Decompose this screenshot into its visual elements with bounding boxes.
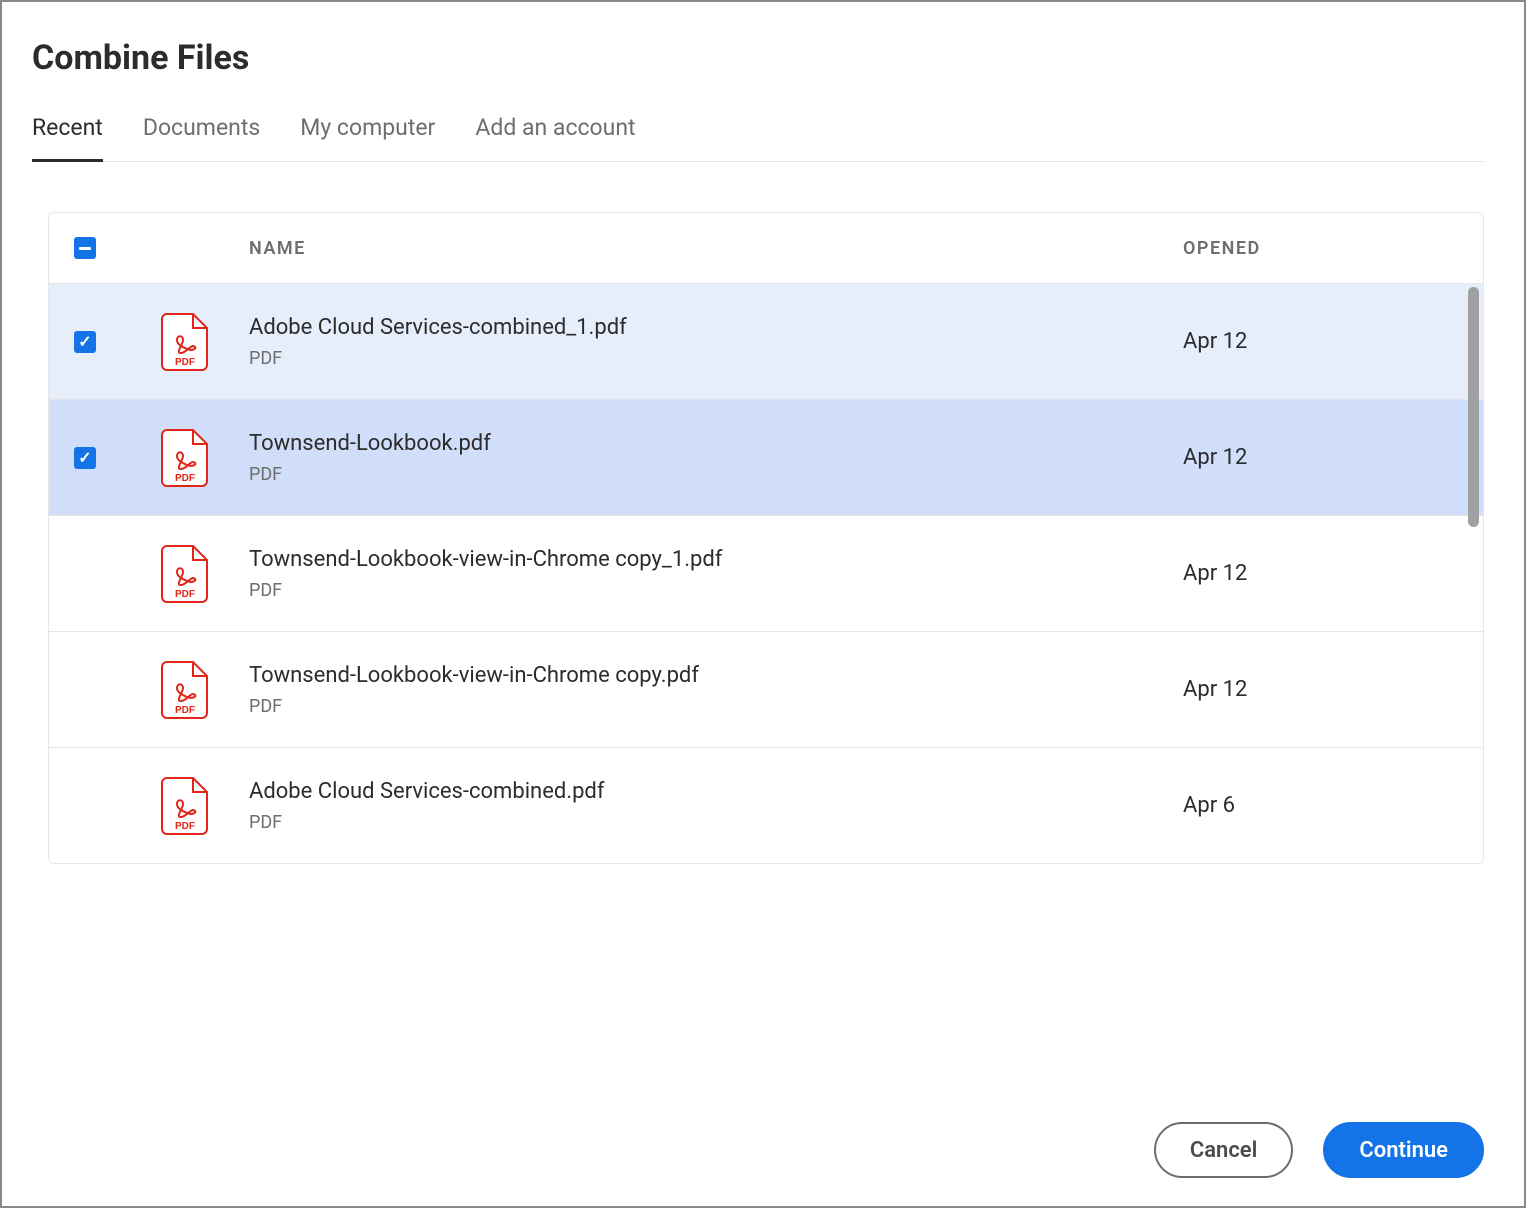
tabs: Recent Documents My computer Add an acco… xyxy=(32,114,1484,162)
select-all-checkbox[interactable] xyxy=(74,237,96,259)
row-checkbox[interactable] xyxy=(74,795,96,817)
svg-text:PDF: PDF xyxy=(175,589,195,600)
file-type: PDF xyxy=(249,348,1163,369)
table-header: NAME OPENED xyxy=(49,213,1483,283)
file-row[interactable]: PDF Townsend-Lookbook.pdf PDF Apr 12 xyxy=(49,399,1483,515)
pdf-icon: PDF xyxy=(161,545,209,603)
file-name: Townsend-Lookbook-view-in-Chrome copy.pd… xyxy=(249,663,1163,688)
file-opened: Apr 12 xyxy=(1183,677,1247,702)
combine-files-dialog: Combine Files Recent Documents My comput… xyxy=(0,0,1526,1208)
continue-button[interactable]: Continue xyxy=(1323,1122,1484,1178)
file-name: Townsend-Lookbook-view-in-Chrome copy_1.… xyxy=(249,547,1163,572)
pdf-icon: PDF xyxy=(161,777,209,835)
file-opened: Apr 12 xyxy=(1183,329,1247,354)
file-opened: Apr 12 xyxy=(1183,445,1247,470)
cancel-button[interactable]: Cancel xyxy=(1154,1122,1294,1178)
tab-recent[interactable]: Recent xyxy=(32,114,103,162)
file-opened: Apr 12 xyxy=(1183,561,1247,586)
file-row[interactable]: PDF Townsend-Lookbook-view-in-Chrome cop… xyxy=(49,515,1483,631)
header-name: NAME xyxy=(249,238,306,259)
dialog-title: Combine Files xyxy=(32,38,1484,78)
file-opened: Apr 6 xyxy=(1183,793,1235,818)
file-type: PDF xyxy=(249,464,1163,485)
dialog-footer: Cancel Continue xyxy=(1154,1122,1484,1178)
file-type: PDF xyxy=(249,812,1163,833)
file-table: NAME OPENED PDF Adobe Cloud Services-com… xyxy=(48,212,1484,864)
tab-documents[interactable]: Documents xyxy=(143,114,260,162)
tab-add-account[interactable]: Add an account xyxy=(475,114,635,162)
pdf-icon: PDF xyxy=(161,661,209,719)
file-row[interactable]: PDF Townsend-Lookbook-view-in-Chrome cop… xyxy=(49,631,1483,747)
svg-text:PDF: PDF xyxy=(175,705,195,716)
file-row[interactable]: PDF Adobe Cloud Services-combined_1.pdf … xyxy=(49,283,1483,399)
header-opened: OPENED xyxy=(1183,238,1261,259)
file-name: Adobe Cloud Services-combined_1.pdf xyxy=(249,315,1163,340)
pdf-icon: PDF xyxy=(161,313,209,371)
svg-text:PDF: PDF xyxy=(175,821,195,832)
svg-text:PDF: PDF xyxy=(175,357,195,368)
row-checkbox[interactable] xyxy=(74,563,96,585)
file-type: PDF xyxy=(249,696,1163,717)
pdf-icon: PDF xyxy=(161,429,209,487)
row-checkbox[interactable] xyxy=(74,679,96,701)
file-name: Townsend-Lookbook.pdf xyxy=(249,431,1163,456)
file-name: Adobe Cloud Services-combined.pdf xyxy=(249,779,1163,804)
svg-text:PDF: PDF xyxy=(175,473,195,484)
row-checkbox[interactable] xyxy=(74,447,96,469)
tab-my-computer[interactable]: My computer xyxy=(300,114,435,162)
file-row[interactable]: PDF Adobe Cloud Services-combined.pdf PD… xyxy=(49,747,1483,863)
file-type: PDF xyxy=(249,580,1163,601)
row-checkbox[interactable] xyxy=(74,331,96,353)
scrollbar[interactable] xyxy=(1468,287,1479,527)
file-rows: PDF Adobe Cloud Services-combined_1.pdf … xyxy=(49,283,1483,863)
